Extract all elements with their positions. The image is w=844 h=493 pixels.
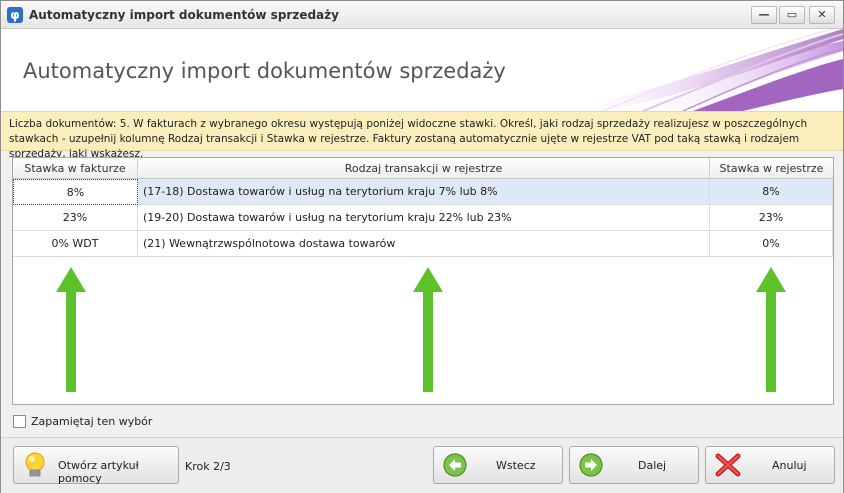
wizard-header: Automatyczny import dokumentów sprzedaży — [1, 29, 843, 111]
step-indicator: Krok 2/3 — [185, 460, 231, 473]
up-arrow-annotation — [56, 267, 86, 392]
remember-checkbox[interactable] — [13, 414, 26, 428]
next-button[interactable]: Dalej — [569, 446, 699, 484]
arrow-left-icon — [443, 453, 467, 477]
red-x-icon — [715, 453, 741, 477]
title-bar[interactable]: φ Automatyczny import dokumentów sprzeda… — [1, 1, 843, 29]
close-button[interactable]: ✕ — [809, 6, 835, 24]
window-title: Automatyczny import dokumentów sprzedaży — [29, 8, 339, 22]
decorative-swoosh — [563, 29, 843, 111]
help-article-button[interactable]: Otwórz artykuł pomocy — [13, 446, 179, 485]
remember-choice[interactable]: Zapamiętaj ten wybór — [13, 413, 152, 429]
up-arrow-annotation — [756, 267, 786, 392]
remember-label: Zapamiętaj ten wybór — [31, 414, 153, 428]
back-button[interactable]: Wstecz — [433, 446, 563, 484]
annotation-arrows — [56, 267, 786, 392]
help-button-label: Otwórz artykuł pomocy — [58, 459, 139, 485]
rates-grid: Stawka w fakturze Rodzaj transakcji w re… — [12, 157, 834, 405]
cancel-button[interactable]: Anuluj — [705, 446, 835, 484]
page-title: Automatyczny import dokumentów sprzedaży — [23, 59, 506, 83]
phi-app-icon: φ — [7, 7, 23, 23]
cancel-button-label: Anuluj — [772, 459, 807, 472]
next-button-label: Dalej — [638, 459, 667, 472]
lightbulb-icon — [25, 452, 45, 477]
arrow-right-icon — [579, 453, 603, 477]
minimize-button[interactable]: — — [751, 6, 777, 24]
wizard-footer: Otwórz artykuł pomocy Krok 2/3 Wstecz Da… — [1, 437, 843, 493]
back-button-label: Wstecz — [496, 459, 536, 472]
info-message: Liczba dokumentów: 5. W fakturach z wybr… — [1, 111, 843, 160]
maximize-button[interactable]: ▭ — [779, 6, 805, 24]
up-arrow-annotation — [413, 267, 443, 392]
dialog-window: φ Automatyczny import dokumentów sprzeda… — [0, 0, 844, 493]
